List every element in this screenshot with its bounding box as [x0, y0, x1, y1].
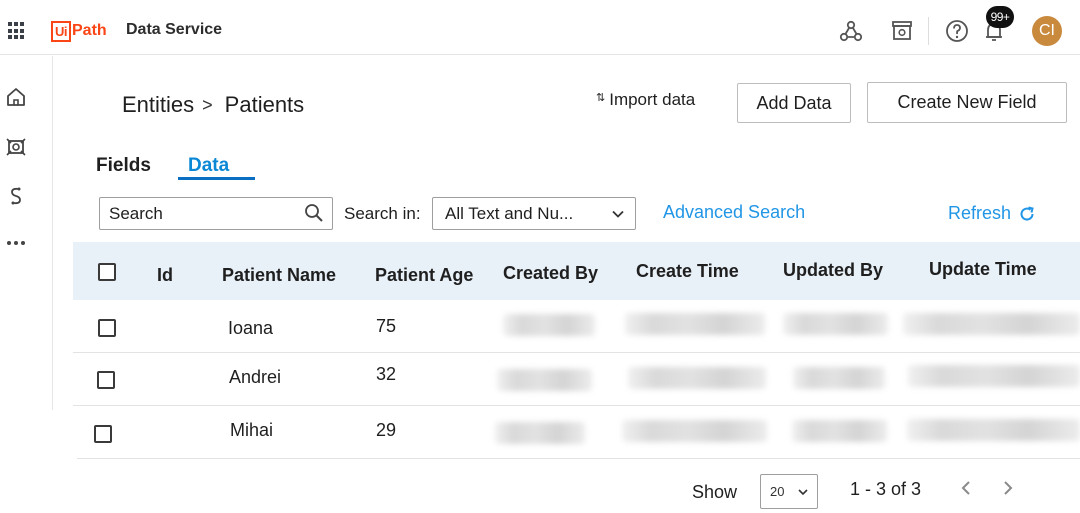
logo-text: Path: [72, 22, 107, 39]
search-in-value: All Text and Nu...: [445, 203, 574, 223]
search-icon[interactable]: [304, 203, 324, 223]
cell-patient-age: 32: [376, 364, 397, 384]
left-nav: [0, 56, 53, 410]
search-box: [99, 197, 333, 230]
logo-box: Ui: [51, 20, 71, 42]
breadcrumb-separator: >: [202, 94, 213, 115]
redacted-create-time: [622, 420, 767, 442]
breadcrumb: Entities > Patients: [122, 92, 304, 118]
table-row[interactable]: Ioana 75: [73, 300, 1080, 353]
chevron-right-icon[interactable]: [999, 478, 1017, 498]
chevron-down-icon: [798, 489, 808, 496]
create-new-field-button[interactable]: Create New Field: [867, 82, 1067, 123]
app-name: Data Service: [126, 21, 223, 38]
chevron-left-icon[interactable]: [957, 478, 975, 498]
column-header-patient-age[interactable]: Patient Age: [375, 265, 473, 286]
advanced-search-link[interactable]: Advanced Search: [663, 202, 805, 223]
search-in-select[interactable]: All Text and Nu...: [432, 197, 636, 230]
column-header-patient-name[interactable]: Patient Name: [222, 265, 336, 286]
redacted-update-time: [908, 365, 1080, 387]
refresh-button[interactable]: Refresh: [948, 203, 1036, 224]
select-all-checkbox[interactable]: [98, 263, 116, 281]
redacted-updated-by: [783, 313, 888, 335]
add-data-button[interactable]: Add Data: [737, 83, 851, 123]
redacted-create-time: [625, 313, 765, 335]
chevron-down-icon: [612, 210, 624, 218]
cell-patient-age: 29: [376, 420, 397, 440]
tab-fields[interactable]: Fields: [96, 155, 151, 177]
redacted-update-time: [903, 313, 1080, 335]
import-data-button[interactable]: ⇅ Import data: [596, 90, 695, 110]
column-header-id[interactable]: Id: [157, 265, 173, 286]
entities-icon[interactable]: [4, 135, 28, 159]
choice-sets-icon[interactable]: [4, 184, 28, 208]
cell-patient-name: Ioana: [228, 318, 274, 338]
search-in-label: Search in:: [344, 204, 421, 223]
column-header-updated-by[interactable]: Updated By: [783, 260, 883, 281]
search-input[interactable]: [109, 203, 299, 224]
cell-patient-age: 75: [376, 316, 397, 336]
apps-grid-icon[interactable]: [8, 22, 26, 40]
breadcrumb-entities[interactable]: Entities: [122, 92, 194, 118]
active-tab-indicator: [178, 177, 255, 180]
redacted-created-by: [495, 422, 585, 444]
column-header-created-by[interactable]: Created By: [503, 263, 598, 284]
redacted-update-time: [907, 419, 1080, 441]
page-size-value: 20: [770, 484, 785, 499]
tab-data[interactable]: Data: [188, 155, 229, 177]
column-header-update-time[interactable]: Update Time: [929, 259, 1037, 280]
table-row[interactable]: Andrei 32: [73, 353, 1080, 406]
column-header-create-time[interactable]: Create Time: [636, 261, 739, 282]
more-icon[interactable]: [4, 231, 28, 255]
store-icon[interactable]: [889, 18, 915, 44]
toolbar-divider: [928, 17, 929, 45]
cell-patient-name: Andrei: [229, 367, 282, 387]
notification-badge: 99+: [986, 6, 1014, 28]
redacted-created-by: [503, 314, 595, 336]
redacted-create-time: [628, 367, 766, 389]
home-icon[interactable]: [4, 85, 28, 109]
page-size-select[interactable]: 20: [760, 474, 818, 509]
row-checkbox[interactable]: [94, 425, 112, 443]
row-checkbox[interactable]: [98, 319, 116, 337]
redacted-updated-by: [793, 367, 885, 389]
avatar[interactable]: CI: [1032, 16, 1062, 46]
row-checkbox[interactable]: [97, 371, 115, 389]
uipath-logo[interactable]: Ui Path: [51, 20, 107, 42]
pager-range: 1 - 3 of 3: [850, 479, 922, 499]
import-data-label: Import data: [609, 90, 696, 109]
import-icon: ⇅: [596, 91, 606, 104]
help-icon[interactable]: [944, 18, 970, 44]
refresh-label: Refresh: [948, 203, 1012, 223]
table-header: Id Patient Name Patient Age Created By C…: [73, 242, 1080, 300]
redacted-updated-by: [792, 420, 887, 442]
table-row[interactable]: Mihai 29: [77, 406, 1080, 459]
pager-show-label: Show: [692, 482, 738, 502]
webhook-icon[interactable]: [838, 18, 864, 44]
redacted-created-by: [497, 369, 592, 391]
page-title: Patients: [224, 92, 305, 117]
refresh-icon: [1020, 206, 1034, 221]
top-bar: Ui Path Data Service 99+ CI: [0, 0, 1080, 55]
cell-patient-name: Mihai: [230, 420, 274, 440]
